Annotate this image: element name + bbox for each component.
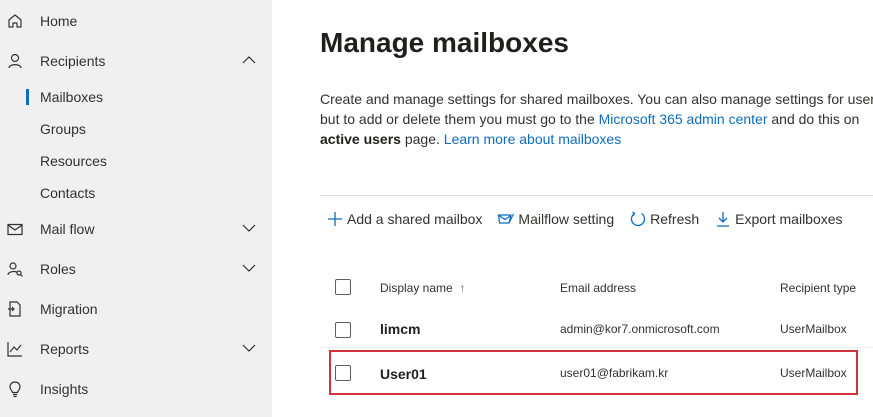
- column-header-email[interactable]: Email address: [560, 281, 636, 295]
- nav-roles[interactable]: Roles: [0, 253, 272, 285]
- refresh-label: Refresh: [650, 211, 700, 227]
- add-shared-mailbox-label: Add a shared mailbox: [347, 211, 483, 227]
- description-line-1: Create and manage settings for shared ma…: [320, 91, 873, 107]
- command-bar: Add a shared mailbox Mailflow setting Re…: [320, 205, 858, 233]
- nav-recipients-label: Recipients: [40, 53, 106, 69]
- page-title: Manage mailboxes: [320, 27, 569, 58]
- mailflow-setting-label: Mailflow setting: [518, 211, 615, 227]
- nav-mail-flow[interactable]: Mail flow: [0, 213, 272, 245]
- person-icon: [6, 52, 24, 70]
- nav-recipients[interactable]: Recipients: [0, 45, 272, 77]
- refresh-icon: [629, 210, 647, 228]
- nav-insights[interactable]: Insights: [0, 373, 272, 405]
- description-text: but to add or delete them you must go to…: [320, 111, 599, 127]
- row-email: admin@kor7.onmicrosoft.com: [560, 322, 720, 336]
- nav-sub-groups[interactable]: Groups: [0, 113, 272, 145]
- chevron-down-icon[interactable]: [242, 223, 256, 233]
- sort-ascending-icon: ↑: [459, 281, 466, 295]
- add-shared-mailbox-button[interactable]: Add a shared mailbox: [326, 210, 482, 228]
- description-line-3: active users page. Learn more about mail…: [320, 129, 873, 149]
- add-icon: [326, 210, 344, 228]
- row-separator: [320, 347, 873, 348]
- refresh-button[interactable]: Refresh: [629, 210, 699, 228]
- learn-more-link[interactable]: Learn more about mailboxes: [444, 131, 621, 147]
- active-users-text: active users: [320, 131, 401, 147]
- nav-sub-mailboxes[interactable]: Mailboxes: [0, 81, 272, 113]
- lightbulb-icon: [6, 380, 24, 398]
- column-header-display-name[interactable]: Display name ↑: [380, 281, 465, 295]
- export-mailboxes-label: Export mailboxes: [735, 211, 843, 227]
- divider: [320, 195, 873, 196]
- nav-insights-label: Insights: [40, 381, 89, 397]
- mail-settings-icon: [497, 210, 515, 228]
- main-content: Manage mailboxes Create and manage setti…: [272, 0, 873, 417]
- nav-migration[interactable]: Migration: [0, 293, 272, 325]
- description-text: and do this on: [767, 111, 860, 127]
- mailflow-setting-button[interactable]: Mailflow setting: [497, 210, 614, 228]
- description-text: page.: [400, 131, 444, 147]
- chevron-up-icon[interactable]: [242, 55, 256, 65]
- select-all-checkbox[interactable]: [335, 279, 351, 295]
- nav-migration-label: Migration: [40, 301, 98, 317]
- home-icon: [6, 12, 24, 30]
- row-recipient-type: UserMailbox: [780, 366, 847, 380]
- migration-icon: [6, 300, 24, 318]
- row-checkbox[interactable]: [335, 365, 351, 381]
- active-indicator: [26, 89, 29, 105]
- left-navigation: Home Recipients Mailboxes Groups Resourc…: [0, 0, 272, 417]
- reports-icon: [6, 340, 24, 358]
- download-icon: [714, 210, 732, 228]
- nav-contacts-label: Contacts: [40, 185, 96, 201]
- nav-roles-label: Roles: [40, 261, 76, 277]
- row-checkbox[interactable]: [335, 322, 351, 338]
- column-header-recipient-type[interactable]: Recipient type: [780, 281, 856, 295]
- nav-home[interactable]: Home: [0, 5, 272, 37]
- nav-reports-label: Reports: [40, 341, 90, 357]
- roles-icon: [6, 260, 24, 278]
- admin-center-link[interactable]: Microsoft 365 admin center: [599, 111, 768, 127]
- mail-icon: [6, 220, 24, 238]
- chevron-down-icon[interactable]: [242, 263, 256, 273]
- nav-resources-label: Resources: [40, 153, 107, 169]
- nav-home-label: Home: [40, 13, 78, 29]
- row-email: user01@fabrikam.kr: [560, 366, 669, 380]
- description-line-2: but to add or delete them you must go to…: [320, 109, 873, 129]
- nav-sub-resources[interactable]: Resources: [0, 145, 272, 177]
- row-display-name[interactable]: User01: [380, 366, 427, 382]
- export-mailboxes-button[interactable]: Export mailboxes: [714, 210, 843, 228]
- nav-reports[interactable]: Reports: [0, 333, 272, 365]
- row-recipient-type: UserMailbox: [780, 322, 847, 336]
- chevron-down-icon[interactable]: [242, 343, 256, 353]
- nav-mail-flow-label: Mail flow: [40, 221, 95, 237]
- page-description: Create and manage settings for shared ma…: [320, 89, 873, 149]
- nav-mailboxes-label: Mailboxes: [40, 89, 104, 105]
- nav-groups-label: Groups: [40, 121, 86, 137]
- display-name-header-label: Display name: [380, 281, 453, 295]
- row-display-name[interactable]: limcm: [380, 321, 420, 337]
- nav-sub-contacts[interactable]: Contacts: [0, 177, 272, 209]
